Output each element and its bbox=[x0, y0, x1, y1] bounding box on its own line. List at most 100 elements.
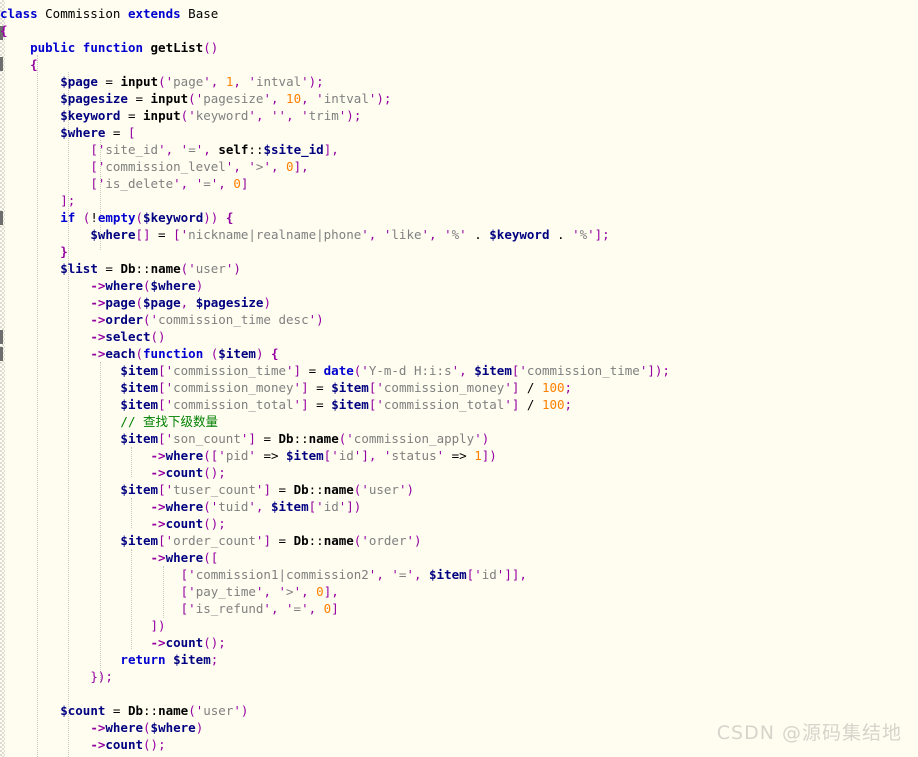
code-line[interactable]: $item['son_count'] = Db::name('commissio… bbox=[0, 430, 918, 447]
code-line[interactable]: ->where([ bbox=[0, 549, 918, 566]
code-line[interactable]: ['commission1|commission2', '=', $item['… bbox=[0, 566, 918, 583]
code-line[interactable]: ->select() bbox=[0, 328, 918, 345]
code-line[interactable]: ->count(); bbox=[0, 634, 918, 651]
code-editor[interactable]: class Commission extends Base{ public fu… bbox=[0, 0, 918, 757]
code-line[interactable]: $pagesize = input('pagesize', 10, 'intva… bbox=[0, 90, 918, 107]
code-token: id bbox=[338, 448, 354, 463]
code-token: each bbox=[105, 346, 136, 361]
code-token: ' bbox=[459, 227, 467, 242]
code-token: = bbox=[188, 142, 196, 157]
code-token: $item bbox=[120, 363, 159, 378]
code-token: is_delete bbox=[105, 176, 174, 191]
code-line[interactable]: return $item; bbox=[0, 651, 918, 668]
code-token: ' bbox=[406, 533, 415, 548]
code-token: ; bbox=[210, 652, 219, 667]
code-token: intval bbox=[255, 74, 302, 89]
code-token: , bbox=[376, 567, 392, 582]
code-line[interactable]: ->order('commission_time desc') bbox=[0, 311, 918, 328]
code-line[interactable]: ['pay_time', '>', 0], bbox=[0, 583, 918, 600]
code-line[interactable]: }); bbox=[0, 668, 918, 685]
code-line[interactable]: ->page($page, $pagesize) bbox=[0, 294, 918, 311]
code-token: ; bbox=[564, 380, 573, 395]
code-line[interactable]: ->each(function ($item) { bbox=[0, 345, 918, 362]
code-line[interactable]: $item['commission_money'] = $item['commi… bbox=[0, 379, 918, 396]
code-token: ' bbox=[218, 448, 226, 463]
code-line[interactable]: } bbox=[0, 243, 918, 260]
code-token: ' bbox=[165, 431, 174, 446]
code-token: ] bbox=[301, 397, 309, 412]
code-line[interactable]: $item['commission_total'] = $item['commi… bbox=[0, 396, 918, 413]
code-line[interactable]: $keyword = input('keyword', '', 'trim'); bbox=[0, 107, 918, 124]
code-token: ); bbox=[376, 91, 392, 106]
code-line[interactable]: if (!empty($keyword)) { bbox=[0, 209, 918, 226]
code-token: ' bbox=[376, 380, 384, 395]
code-line[interactable]: ['is_delete', '=', 0] bbox=[0, 175, 918, 192]
code-token: commission_money bbox=[383, 380, 505, 395]
code-token: $item bbox=[331, 397, 369, 412]
code-line[interactable]: ['is_refund', '=', 0] bbox=[0, 600, 918, 617]
code-line[interactable]: ->where($where) bbox=[0, 277, 918, 294]
code-line[interactable]: ->count(); bbox=[0, 515, 918, 532]
code-token: '' bbox=[271, 108, 287, 123]
code-token: where bbox=[105, 278, 144, 293]
code-line[interactable] bbox=[0, 685, 918, 702]
code-token: tuser_count bbox=[173, 482, 256, 497]
code-line[interactable]: ->where(['pid' => $item['id'], 'status' … bbox=[0, 447, 918, 464]
code-line[interactable]: ]) bbox=[0, 617, 918, 634]
code-line[interactable]: ->where('tuid', $item['id']) bbox=[0, 498, 918, 515]
code-token: ' bbox=[346, 431, 354, 446]
code-line[interactable]: ['commission_level', '>', 0], bbox=[0, 158, 918, 175]
code-token: ' bbox=[361, 363, 369, 378]
code-token: , bbox=[210, 74, 226, 89]
code-token: $item bbox=[120, 431, 159, 446]
code-token: -> bbox=[150, 448, 166, 463]
code-line[interactable]: ]; bbox=[0, 192, 918, 209]
code-token: commission_total bbox=[173, 397, 294, 412]
code-token: ( bbox=[188, 703, 196, 718]
code-token: = bbox=[120, 108, 144, 123]
code-line[interactable]: $item['tuser_count'] = Db::name('user') bbox=[0, 481, 918, 498]
code-line[interactable]: $page = input('page', 1, 'intval'); bbox=[0, 73, 918, 90]
code-line[interactable]: $item['order_count'] = Db::name('order') bbox=[0, 532, 918, 549]
code-token: $keyword bbox=[143, 210, 204, 225]
code-content[interactable]: class Commission extends Base{ public fu… bbox=[0, 0, 918, 757]
code-line[interactable]: // 查找下级数量 bbox=[0, 413, 918, 430]
code-token: $item bbox=[331, 380, 369, 395]
code-token: , bbox=[270, 91, 287, 106]
code-line[interactable]: { bbox=[0, 56, 918, 73]
code-line[interactable]: public function getList() bbox=[0, 39, 918, 56]
code-line[interactable]: ['site_id', '=', self::$site_id], bbox=[0, 141, 918, 158]
code-line[interactable]: ->count(); bbox=[0, 464, 918, 481]
code-token: ' bbox=[331, 448, 339, 463]
code-token: ] bbox=[293, 363, 302, 378]
code-token: 100 bbox=[541, 397, 565, 412]
code-token: $list bbox=[60, 261, 98, 276]
code-line[interactable]: class Commission extends Base bbox=[0, 5, 918, 22]
code-line[interactable]: $item['commission_time'] = date('Y-m-d H… bbox=[0, 362, 918, 379]
code-line[interactable]: $list = Db::name('user') bbox=[0, 260, 918, 277]
code-token: Base bbox=[188, 6, 219, 21]
code-line[interactable]: ->count(); bbox=[0, 736, 918, 753]
code-line[interactable]: { bbox=[0, 22, 918, 39]
code-token: :: bbox=[293, 431, 309, 446]
code-token: ' bbox=[316, 91, 324, 106]
code-token: > bbox=[286, 584, 294, 599]
code-line[interactable]: ->where($where) bbox=[0, 719, 918, 736]
code-token: ' bbox=[587, 227, 595, 242]
code-line[interactable]: $where = [ bbox=[0, 124, 918, 141]
code-line[interactable]: $where[] = ['nickname|realname|phone', '… bbox=[0, 226, 918, 243]
code-token: $item bbox=[120, 397, 159, 412]
code-token: , bbox=[301, 91, 317, 106]
code-token: ] bbox=[263, 482, 271, 497]
code-line[interactable]: $count = Db::name('user') bbox=[0, 702, 918, 719]
code-token: , bbox=[301, 584, 317, 599]
